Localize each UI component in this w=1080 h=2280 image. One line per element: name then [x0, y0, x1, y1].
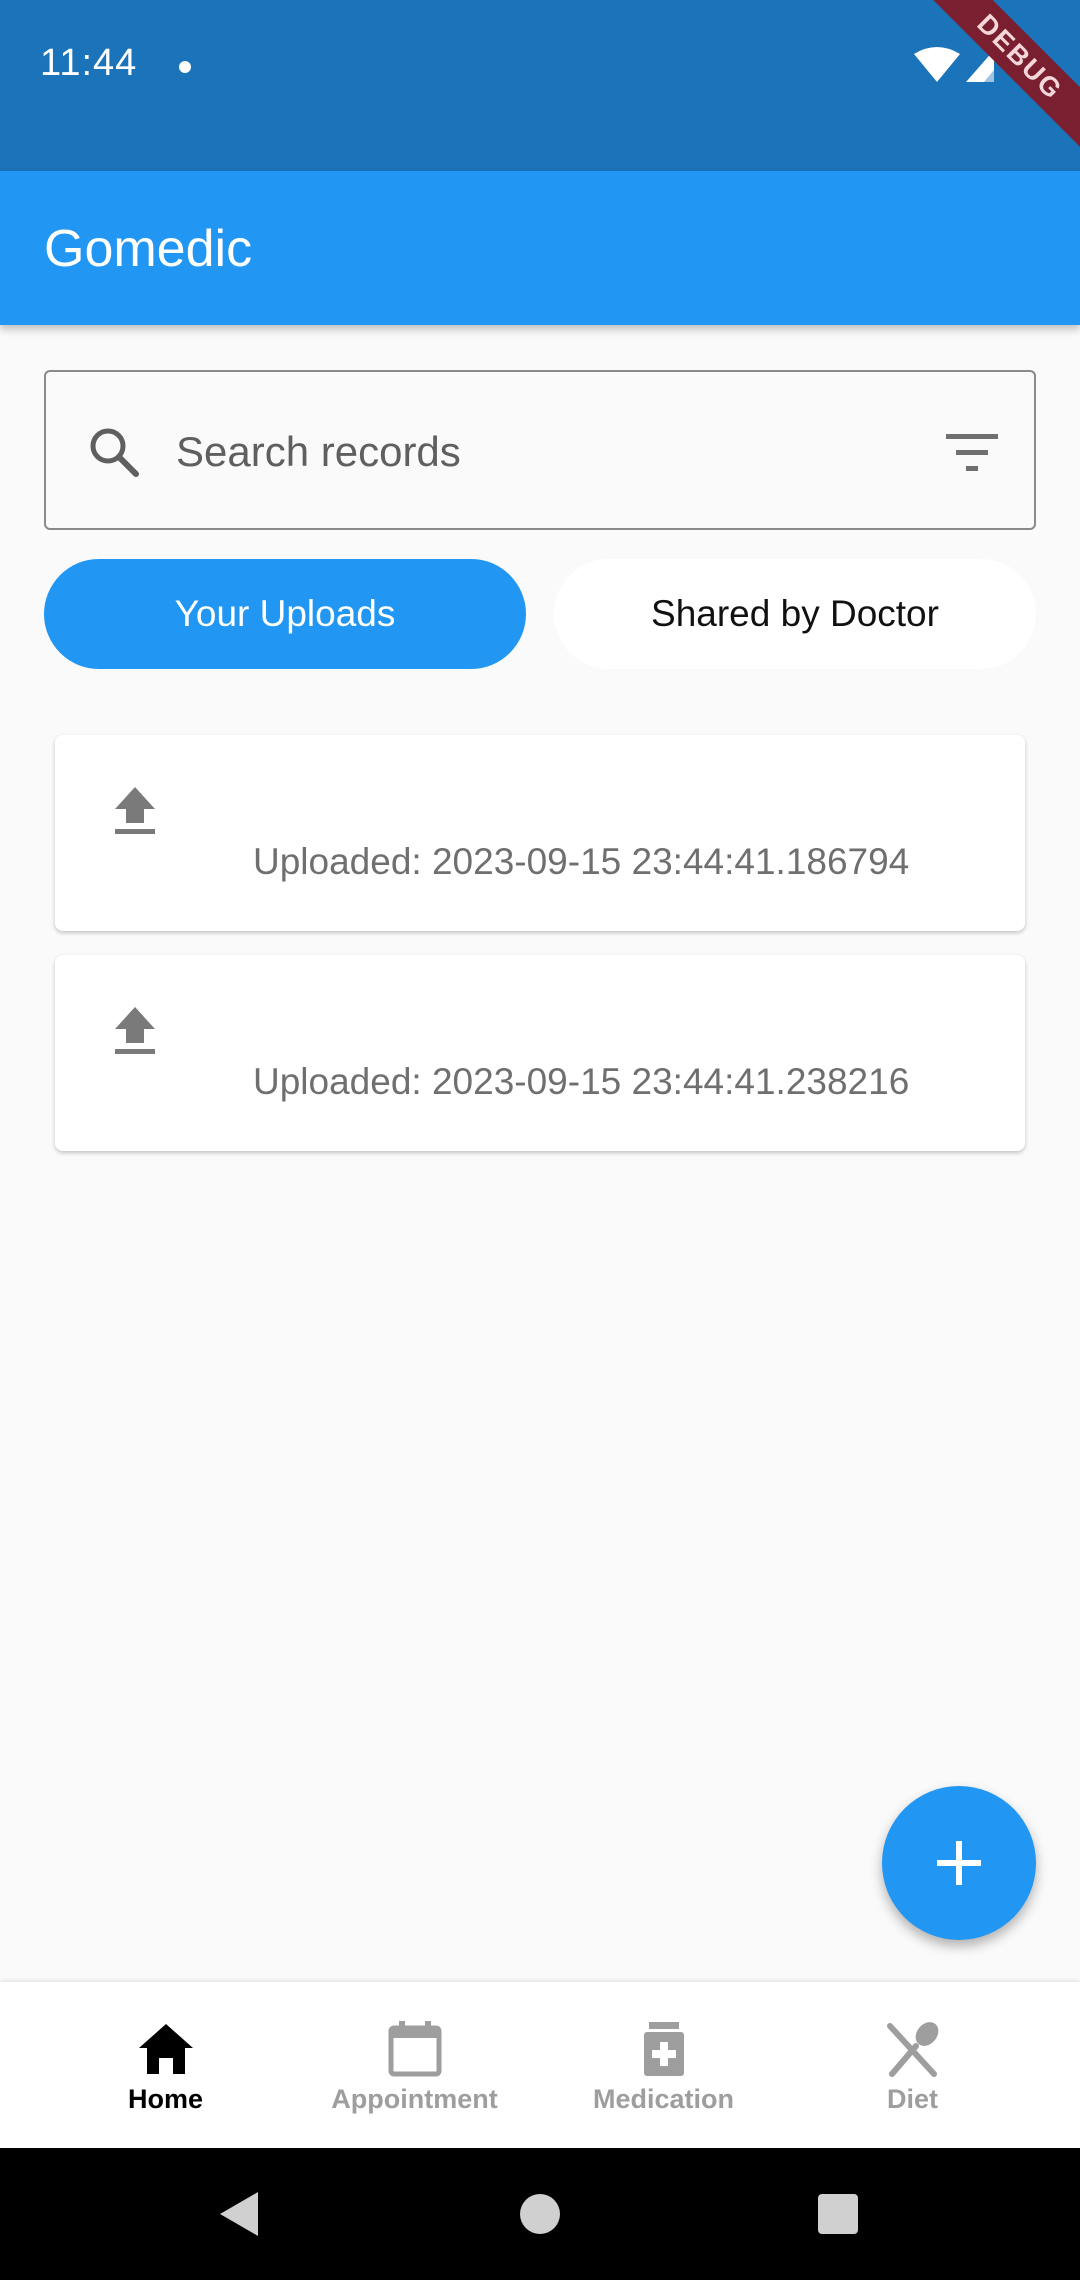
nav-item-appointment[interactable]: Appointment: [290, 1982, 539, 2148]
search-input[interactable]: [176, 412, 876, 492]
notification-dot-icon: [179, 61, 191, 73]
nav-label-appointment: Appointment: [331, 2084, 498, 2114]
record-card[interactable]: Uploaded: 2023-09-15 23:44:41.238216: [55, 955, 1025, 1151]
tab-your-uploads[interactable]: Your Uploads: [44, 559, 526, 669]
nav-label-diet: Diet: [886, 2084, 938, 2114]
wifi-icon: [914, 47, 960, 82]
status-bar: 11:44 DEBUG: [0, 0, 1080, 171]
search-icon: [90, 428, 139, 477]
add-record-button[interactable]: [882, 1786, 1036, 1940]
app-title: Gomedic: [44, 220, 253, 278]
nav-item-home[interactable]: Home: [41, 1982, 290, 2148]
back-icon[interactable]: [214, 2188, 264, 2240]
upload-icon: [115, 1007, 155, 1054]
home-button-icon[interactable]: [520, 2194, 560, 2234]
status-time: 11:44: [40, 42, 138, 84]
record-card[interactable]: Uploaded: 2023-09-15 23:44:41.186794: [55, 735, 1025, 931]
add-icon: [937, 1841, 981, 1885]
home-icon: [139, 2024, 193, 2074]
nav-label-medication: Medication: [592, 2084, 734, 2114]
tab-shared-by-doctor[interactable]: Shared by Doctor: [554, 559, 1036, 669]
record-upload-date: Uploaded: 2023-09-15 23:44:41.238216: [253, 1061, 910, 1102]
filter-icon[interactable]: [944, 428, 1004, 478]
nav-label-home: Home: [127, 2084, 203, 2114]
system-navigation-bar: [0, 2148, 1080, 2280]
medication-icon: [644, 2022, 684, 2076]
diet-icon: [887, 2022, 939, 2077]
upload-icon: [115, 787, 155, 834]
app-bar: Gomedic: [0, 171, 1080, 325]
record-upload-date: Uploaded: 2023-09-15 23:44:41.186794: [253, 841, 910, 882]
calendar-icon: [388, 2021, 442, 2077]
nav-item-medication[interactable]: Medication: [539, 1982, 788, 2148]
search-box[interactable]: [44, 370, 1036, 530]
nav-item-diet[interactable]: Diet: [788, 1982, 1037, 2148]
recent-apps-icon[interactable]: [818, 2194, 858, 2234]
bottom-navigation: Home Appointment Medication Diet: [0, 1982, 1080, 2148]
